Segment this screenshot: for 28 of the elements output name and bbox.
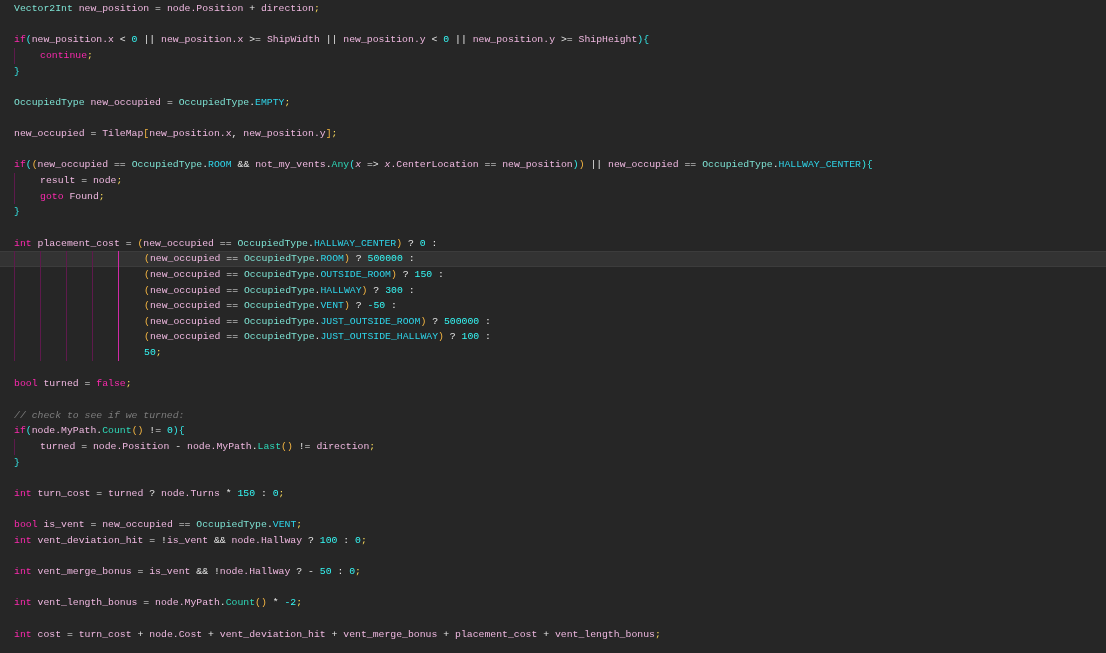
code-line: (new_occupied == OccupiedType.JUST_OUTSIDE_ROOM) ? 500000 : [0,313,1106,330]
code-line: 50; [0,345,1106,361]
code-line: new_occupied = TileMap[new_position.x, new_position.y]; [13,127,339,142]
code-line: int vent_length_bonus = node.MyPath.Count() * -2; [13,596,304,611]
code-line: continue; [0,47,1106,64]
code-line: result = node; [0,173,1106,189]
code-line: bool is_vent = new_occupied == OccupiedType.VENT; [13,518,304,533]
code-line: int turn_cost = turned ? node.Turns * 150 : 0; [13,486,286,501]
code-line: goto Found; [0,188,1106,205]
code-line: // check to see if we turned: [13,408,186,423]
code-line: (new_occupied == OccupiedType.OUTSIDE_ROOM) ? 150 : [0,266,1106,283]
code-line: int cost = turn_cost + node.Cost + vent_deviation_hit + vent_merge_bonus + placement_cost + vent_length_bonus; [13,627,662,642]
code-line: int vent_deviation_hit = !is_vent && node.Hallway ? 100 : 0; [13,533,368,548]
code-line: Vector2Int new_position = node.Position + direction; [13,2,321,16]
code-line: int placement_cost = (new_occupied == OccupiedType.HALLWAY_CENTER) ? 0 : [13,236,439,251]
code-line: bool turned = false; [13,377,133,392]
code-line: OccupiedType new_occupied = OccupiedType.EMPTY; [13,95,292,110]
code-line: int vent_merge_bonus = is_vent && !node.Hallway ? - 50 : 0; [13,565,362,580]
code-line: } [13,455,21,470]
code-line: if(node.MyPath.Count() != 0){ [13,424,186,439]
code-line: (new_occupied == OccupiedType.VENT) ? -50 : [0,298,1106,314]
code-line: } [13,205,21,220]
code-line: (new_occupied == OccupiedType.HALLWAY) ? 300 : [0,282,1106,299]
code-line: } [13,64,21,79]
code-line: turned = node.Position - node.MyPath.Last() != direction; [0,438,1106,455]
code-line: if(new_position.x < 0 || new_position.x >= ShipWidth || new_position.y < 0 || new_position.y >= ShipHeight){ [13,33,651,48]
code-line: (new_occupied == OccupiedType.JUST_OUTSIDE_HALLWAY) ? 100 : [0,329,1106,346]
code-line: if((new_occupied == OccupiedType.ROOM && not_my_vents.Any(x => x.CenterLocation == new_position)) || new_occupied == OccupiedType.HALLWAY_CENTER){ [13,158,874,173]
